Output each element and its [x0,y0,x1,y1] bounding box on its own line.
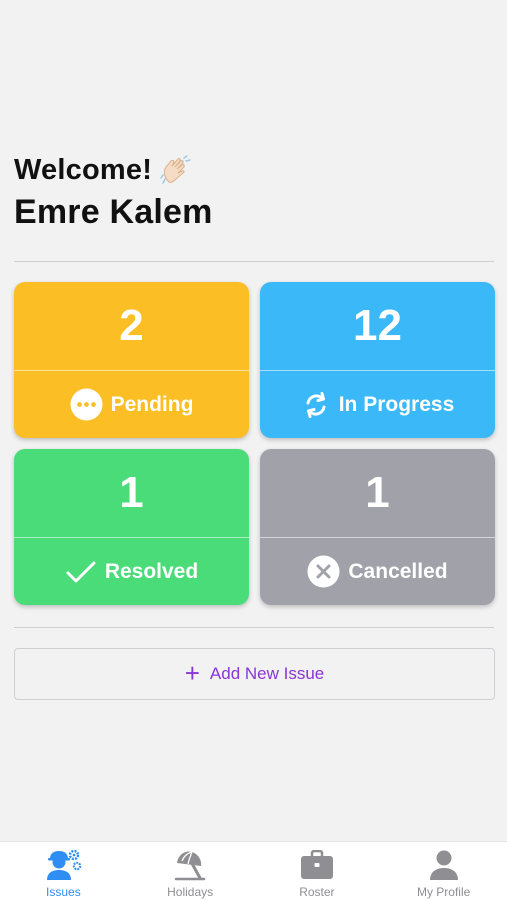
top-divider [14,261,494,262]
worker-gear-icon [47,849,82,880]
add-new-issue-button[interactable]: + Add New Issue [14,648,495,700]
tab-my-profile[interactable]: My Profile [380,842,507,901]
pending-label-row: Pending [14,371,249,438]
cancelled-card[interactable]: 1 Cancelled [260,449,495,605]
tab-holidays-label: Holidays [167,885,214,899]
x-circle-icon [307,555,340,588]
tab-roster-label: Roster [299,885,335,899]
resolved-card[interactable]: 1 Resolved [14,449,249,605]
welcome-heading: Welcome! [14,154,213,187]
tab-holidays[interactable]: Holidays [127,842,254,901]
checkmark-icon [66,561,96,582]
cancelled-label-row: Cancelled [260,538,495,605]
waving-hand-icon [160,154,192,187]
cancelled-count: 1 [365,468,390,517]
in-progress-label: In Progress [338,392,455,416]
tab-roster[interactable]: Roster [254,842,381,901]
in-progress-label-row: In Progress [260,371,495,438]
resolved-label: Resolved [104,559,199,583]
plus-icon: + [184,657,200,688]
add-new-issue-label: Add New Issue [209,664,325,683]
tab-issues-label: Issues [46,885,81,899]
cancelled-label: Cancelled [348,559,448,583]
pending-count: 2 [119,301,144,350]
refresh-arrows-icon [306,391,326,418]
greeting: Welcome! Emre Kalem [14,154,213,232]
person-icon [429,850,458,880]
resolved-label-row: Resolved [14,538,249,605]
tab-my-profile-label: My Profile [416,885,471,899]
beach-umbrella-icon [174,851,206,881]
tab-bar: Issues Holidays Roster My Profile [0,841,507,901]
ellipsis-circle-icon [70,388,103,421]
in-progress-card[interactable]: 12 In Progress [260,282,495,438]
pending-label: Pending [110,392,194,416]
briefcase-icon [300,850,333,879]
bottom-divider [14,627,494,628]
user-name: Emre Kalem [14,193,213,231]
welcome-text: Welcome! [14,154,153,186]
issue-status-grid: 2 Pending 12 In Progress 1 Resolved 1 Ca… [14,282,495,605]
pending-card[interactable]: 2 Pending [14,282,249,438]
in-progress-count: 12 [353,301,402,350]
resolved-count: 1 [119,468,144,517]
tab-issues[interactable]: Issues [0,842,127,901]
